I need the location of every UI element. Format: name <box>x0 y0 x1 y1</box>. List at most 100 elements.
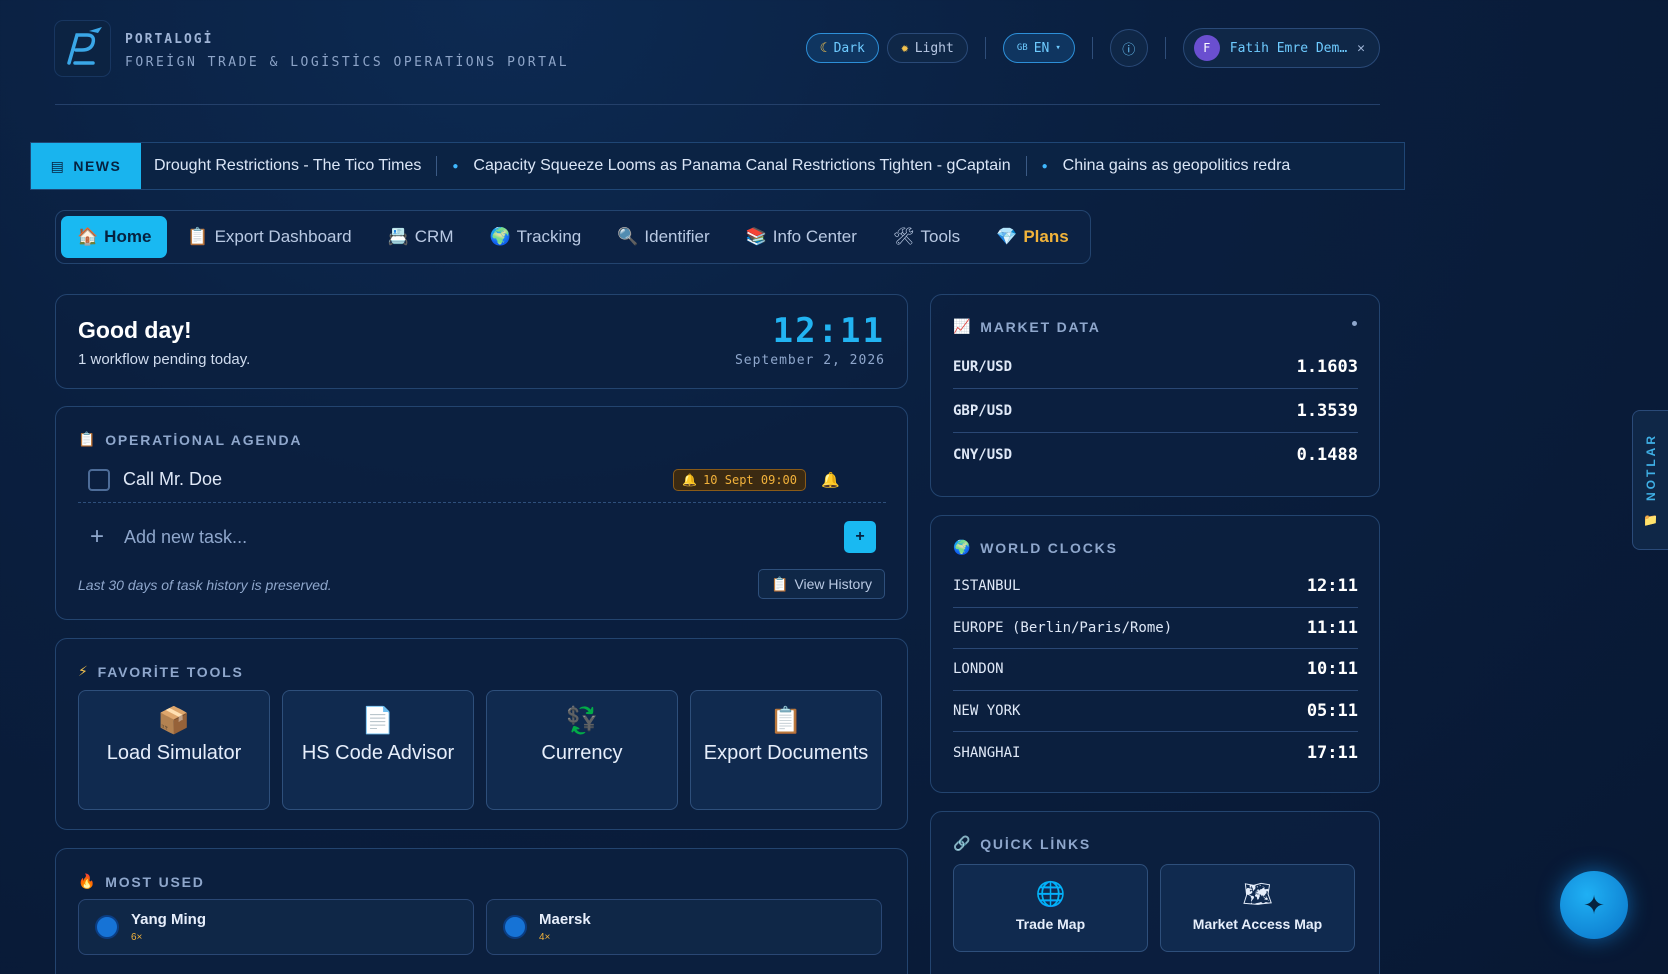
theme-dark-button[interactable]: ☾ Dark <box>805 33 879 63</box>
divider <box>1164 37 1166 59</box>
user-menu[interactable]: F Fatih Emre Dem… ✕ <box>1182 28 1380 68</box>
info-icon: ⓘ <box>1122 41 1136 57</box>
card-title: 📈 MARKET DATA <box>953 318 1101 335</box>
tab-export-dashboard[interactable]: 📋 Export Dashboard <box>171 216 367 258</box>
card-title: 📋 OPERATİONAL AGENDA <box>78 431 303 448</box>
tool-hs-code-advisor[interactable]: 📄 HS Code Advisor <box>282 690 474 810</box>
chart-icon: 📈 <box>953 318 973 334</box>
folder-icon: 📁 <box>1643 513 1658 527</box>
greeting-card: Good day! 1 workflow pending today. 12:1… <box>55 294 908 389</box>
globe-icon: 🌍 <box>489 227 511 246</box>
currency-exchange-icon: 💱 <box>565 705 599 735</box>
usage-count: 6× <box>131 932 143 943</box>
tab-tracking[interactable]: 🌍 Tracking <box>474 216 598 258</box>
card-title: 🔗 QUİCK LİNKS <box>953 835 1092 852</box>
search-icon: 🔍 <box>617 227 639 246</box>
add-task-input[interactable]: Add new task... <box>124 527 247 548</box>
header: PORTALOGİ FOREİGN TRADE & LOGİSTİCS OPER… <box>55 20 1380 105</box>
clock-row: ISTANBUL 12:11 <box>953 566 1358 608</box>
notes-side-tab[interactable]: NOTLAR 📁 <box>1632 410 1668 550</box>
add-task-row: + Add new task... + <box>78 517 886 557</box>
clipboard-icon: 📋 <box>769 705 803 735</box>
divider <box>1091 37 1093 59</box>
link-icon: 🔗 <box>953 835 973 851</box>
card-index-icon: 📇 <box>387 227 409 246</box>
most-used-card: 🔥 MOST USED Yang Ming 6× Maersk 4× <box>55 848 908 974</box>
assistant-button[interactable]: ✦ <box>1560 871 1628 939</box>
theme-light-button[interactable]: ✹ Light <box>886 33 968 63</box>
brand-name: PORTALOGİ <box>125 32 214 47</box>
link-market-access-map[interactable]: 🗺 Market Access Map <box>1160 864 1355 952</box>
quick-links-card: 🔗 QUİCK LİNKS 🌐 Trade Map 🗺 Market Acces… <box>930 811 1380 974</box>
chevron-down-icon: ▾ <box>1055 43 1061 53</box>
news-item[interactable]: ● China gains as geopolitics redra <box>1027 157 1306 175</box>
news-item[interactable]: ● Capacity Squeeze Looms as Panama Canal… <box>437 157 1025 175</box>
bullet-icon: ● <box>452 160 459 172</box>
tool-export-documents[interactable]: 📋 Export Documents <box>690 690 882 810</box>
card-title: 🌍 WORLD CLOCKS <box>953 539 1118 556</box>
info-button[interactable]: ⓘ <box>1109 29 1148 67</box>
clock-row: NEW YORK 05:11 <box>953 691 1358 732</box>
favorite-tools-card: ⚡ FAVORİTE TOOLS 📦 Load Simulator 📄 HS C… <box>55 638 908 830</box>
market-row: EUR/USD 1.1603 <box>953 345 1358 389</box>
plus-icon: + <box>90 523 105 550</box>
fire-icon: 🔥 <box>78 873 98 889</box>
lightning-icon: ⚡ <box>78 663 90 679</box>
task-checkbox[interactable] <box>88 468 110 491</box>
notes-label: NOTLAR <box>1643 433 1658 501</box>
clock-row: SHANGHAI 17:11 <box>953 742 1358 763</box>
theme-dark-label: Dark <box>833 40 865 56</box>
carrier-icon <box>503 915 527 939</box>
add-task-button[interactable]: + <box>844 521 876 553</box>
main-nav: 🏠 Home 📋 Export Dashboard 📇 CRM 🌍 Tracki… <box>55 210 1091 264</box>
view-history-button[interactable]: 📋 View History <box>758 569 885 599</box>
operational-agenda-card: 📋 OPERATİONAL AGENDA Call Mr. Doe 🔔 10 S… <box>55 406 908 620</box>
tab-plans[interactable]: 💎 Plans <box>980 216 1085 258</box>
clock-row: LONDON 10:11 <box>953 649 1358 691</box>
link-trade-map[interactable]: 🌐 Trade Map <box>953 864 1148 952</box>
greeting-title: Good day! <box>78 317 192 343</box>
market-data-card: 📈 MARKET DATA EUR/USD 1.1603 GBP/USD 1.3… <box>930 294 1380 497</box>
task-label: Call Mr. Doe <box>123 469 223 489</box>
books-icon: 📚 <box>745 227 767 246</box>
document-icon: 📄 <box>361 705 395 735</box>
tab-info-center[interactable]: 📚 Info Center <box>730 216 873 258</box>
clipboard-icon: 📋 <box>187 227 209 246</box>
most-used-item[interactable]: Maersk 4× <box>486 899 882 955</box>
sparkle-icon: ✦ <box>1583 889 1605 920</box>
reminder-badge: 🔔 10 Sept 09:00 <box>673 468 806 491</box>
map-icon: 🗺 <box>1242 881 1273 908</box>
home-icon: 🏠 <box>77 227 99 246</box>
globe-icon: 🌍 <box>953 539 973 555</box>
greeting-subtitle: 1 workflow pending today. <box>78 351 251 368</box>
globe-icon: 🌐 <box>1035 881 1066 908</box>
market-row: CNY/USD 0.1488 <box>953 445 1358 465</box>
tab-home[interactable]: 🏠 Home <box>61 216 168 258</box>
tab-crm[interactable]: 📇 CRM <box>372 216 470 258</box>
tool-currency[interactable]: 💱 Currency <box>486 690 678 810</box>
tool-load-simulator[interactable]: 📦 Load Simulator <box>78 690 270 810</box>
news-item[interactable]: Drought Restrictions - The Tico Times <box>139 157 436 175</box>
language-selector[interactable]: GB EN ▾ <box>1002 33 1075 63</box>
brand-subtitle: FOREİGN TRADE & LOGİSTİCS OPERATİONS POR… <box>125 55 570 70</box>
bell-icon: 🔔 <box>682 472 698 487</box>
bullet-icon: ● <box>1041 160 1048 172</box>
portalogi-logo[interactable] <box>55 21 110 76</box>
card-title: ⚡ FAVORİTE TOOLS <box>78 663 244 680</box>
gem-icon: 💎 <box>996 227 1018 246</box>
flag-icon: GB <box>1016 43 1028 53</box>
tools-icon: 🛠 <box>892 227 915 246</box>
market-row: GBP/USD 1.3539 <box>953 389 1358 433</box>
bell-icon[interactable]: 🔔 <box>821 471 840 489</box>
close-icon[interactable]: ✕ <box>1357 41 1365 56</box>
package-icon: 📦 <box>157 705 191 735</box>
logo-icon <box>67 27 102 65</box>
usage-count: 4× <box>539 932 551 943</box>
tab-identifier[interactable]: 🔍 Identifier <box>601 216 725 258</box>
avatar: F <box>1193 35 1220 61</box>
clock-row: EUROPE (Berlin/Paris/Rome) 11:11 <box>953 608 1358 649</box>
tab-tools[interactable]: 🛠 Tools <box>877 216 976 258</box>
moon-icon: ☾ <box>819 40 828 56</box>
language-label: EN <box>1033 40 1050 56</box>
most-used-item[interactable]: Yang Ming 6× <box>78 899 474 955</box>
